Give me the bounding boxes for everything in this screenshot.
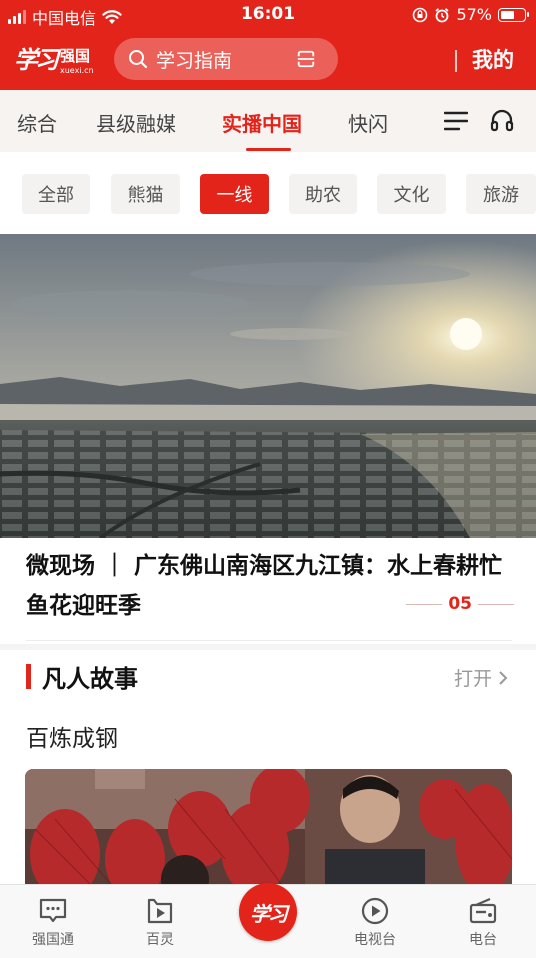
mine-button[interactable]: 我的 [472, 44, 514, 74]
nav-qiangguotong[interactable]: 强国通 [13, 895, 93, 949]
battery-icon [498, 7, 529, 22]
open-label: 打开 [453, 668, 492, 690]
nav-label-bailing: 百灵 [146, 932, 174, 948]
page-number: 05 [448, 594, 472, 614]
nav-label-tv: 电视台 [354, 932, 396, 948]
chevron-right-icon [499, 670, 508, 685]
app-header: 学习 强国 xuexi.cn 学习指南 我的 [0, 30, 536, 90]
radio-icon [469, 897, 497, 924]
nav-tv[interactable]: 电视台 [335, 895, 415, 949]
nav-label-radio: 电台 [469, 932, 497, 948]
page-indicator: 05 [406, 594, 514, 614]
logo-sub: 强国 [60, 47, 91, 65]
section-open-link[interactable]: 打开 [454, 664, 508, 691]
feature-image[interactable] [0, 234, 536, 538]
chip-panda[interactable]: 熊猫 [111, 174, 180, 214]
logo-url: xuexi.cn [60, 66, 94, 75]
header-divider [455, 50, 457, 72]
orientation-lock-icon [413, 7, 428, 22]
chat-icon [39, 898, 67, 923]
battery-percent: 57% [456, 5, 492, 24]
bailing-icon [147, 898, 173, 924]
sub-tabs: 全部 熊猫 一线 助农 文化 旅游 [0, 152, 536, 234]
chip-agri[interactable]: 助农 [289, 174, 357, 214]
chip-travel[interactable]: 旅游 [466, 174, 536, 214]
nav-radio[interactable]: 电台 [443, 895, 523, 949]
section-title: 凡人故事 [42, 664, 138, 693]
nav-label-qiangguotong: 强国通 [32, 932, 74, 948]
tab-zonghe[interactable]: 综合 [17, 108, 57, 137]
story-thumbnail[interactable] [25, 769, 512, 890]
feature-headline[interactable]: 微现场 ｜ 广东佛山南海区九江镇：水上春耕忙 鱼花迎旺季 [26, 546, 516, 626]
story-title[interactable]: 百炼成钢 [26, 719, 118, 753]
search-icon [129, 50, 148, 69]
bottom-nav: 强国通 百灵 学习 电视台 电台 [0, 883, 536, 958]
nav-bailing[interactable]: 百灵 [120, 895, 200, 949]
chip-frontline[interactable]: 一线 [200, 174, 269, 214]
nav-center-label: 学习 [250, 901, 288, 926]
status-bar: 中国电信 16:01 57% [0, 0, 536, 30]
search-box[interactable]: 学习指南 [114, 38, 338, 80]
chip-all[interactable]: 全部 [22, 174, 90, 214]
tab-county-media[interactable]: 县级融媒 [96, 108, 176, 137]
scan-icon[interactable] [296, 49, 316, 69]
search-placeholder: 学习指南 [156, 49, 233, 72]
tab-flash[interactable]: 快闪 [348, 108, 388, 137]
tv-play-icon [361, 897, 389, 925]
nav-xuexi-center[interactable]: 学习 [239, 883, 297, 941]
menu-icon[interactable] [444, 110, 468, 132]
tab-live-china[interactable]: 实播中国 [222, 108, 302, 137]
active-tab-indicator [246, 148, 291, 151]
logo-text: 学习 [14, 45, 59, 74]
xuexi-logo[interactable]: 学习 强国 xuexi.cn [14, 40, 98, 78]
headset-icon[interactable] [489, 108, 515, 134]
section-accent-bar [26, 664, 31, 689]
divider [26, 640, 512, 641]
section-gap [0, 644, 536, 650]
chip-culture[interactable]: 文化 [377, 174, 446, 214]
alarm-icon [435, 7, 450, 22]
